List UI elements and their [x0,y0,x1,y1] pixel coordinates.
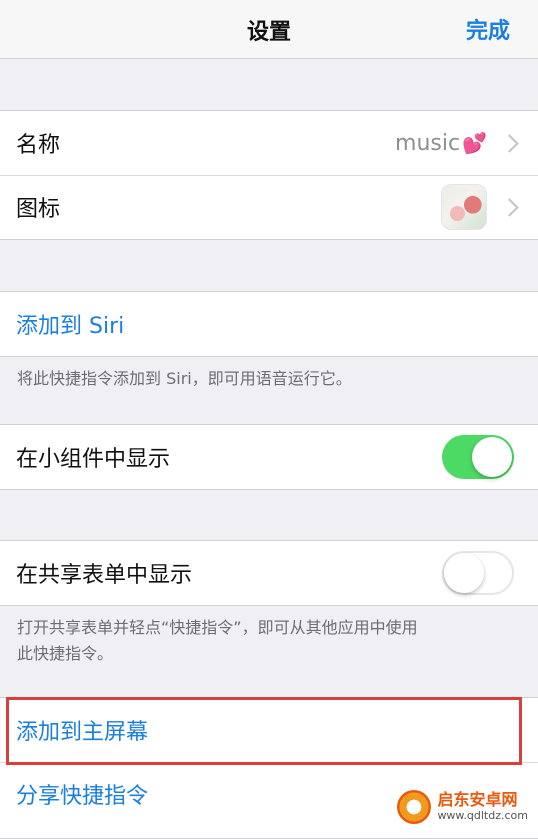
chevron-right-icon [500,133,519,153]
name-row[interactable]: 名称 music 💕 [0,111,538,175]
share-sheet-footer: 打开共享表单并轻点“快捷指令”，即可从其他应用中使用 此快捷指令。 [17,615,517,667]
done-button[interactable]: 完成 [466,13,510,45]
add-to-siri-row[interactable]: 添加到 Siri [0,292,538,356]
icon-row[interactable]: 图标 [0,175,538,239]
watermark-logo-icon [397,790,432,824]
widget-label: 在小组件中显示 [16,447,171,472]
site-watermark: 启东安卓网 www.qdltdz.com [391,788,534,826]
siri-group: 添加到 Siri [0,291,538,357]
widget-group: 在小组件中显示 [0,424,538,490]
share-sheet-row: 在共享表单中显示 [0,541,538,605]
add-to-siri-button[interactable]: 添加到 Siri [16,308,522,340]
icon-label: 图标 [16,197,61,222]
name-value: music 💕 [395,131,487,156]
add-to-home-row[interactable]: 添加到主屏幕 [0,698,538,762]
watermark-text: 启东安卓网 www.qdltdz.com [437,791,528,823]
siri-footer: 将此快捷指令添加到 Siri，即可用语音运行它。 [17,369,352,388]
watermark-title: 启东安卓网 [437,790,518,809]
share-sheet-label: 在共享表单中显示 [16,563,193,588]
widget-toggle[interactable] [442,435,514,479]
share-sheet-footer-line2: 此快捷指令。 [17,644,114,663]
two-hearts-emoji: 💕 [462,131,487,155]
add-to-home-screen-button[interactable]: 添加到主屏幕 [16,714,522,746]
watermark-url: www.qdltdz.com [437,809,528,822]
navigation-bar: 设置 完成 [0,0,538,59]
page-title: 设置 [246,20,291,45]
toggle-knob [472,437,512,477]
widget-row: 在小组件中显示 [0,425,538,489]
share-sheet-toggle[interactable] [442,551,514,595]
shortcut-icon-thumbnail [441,184,487,230]
share-sheet-footer-line1: 打开共享表单并轻点“快捷指令”，即可从其他应用中使用 [17,618,418,637]
share-sheet-group: 在共享表单中显示 [0,540,538,606]
chevron-right-icon [500,197,519,217]
name-icon-group: 名称 music 💕 图标 [0,110,538,240]
name-value-text: music [395,130,461,156]
toggle-knob [444,553,484,593]
name-label: 名称 [16,133,61,158]
